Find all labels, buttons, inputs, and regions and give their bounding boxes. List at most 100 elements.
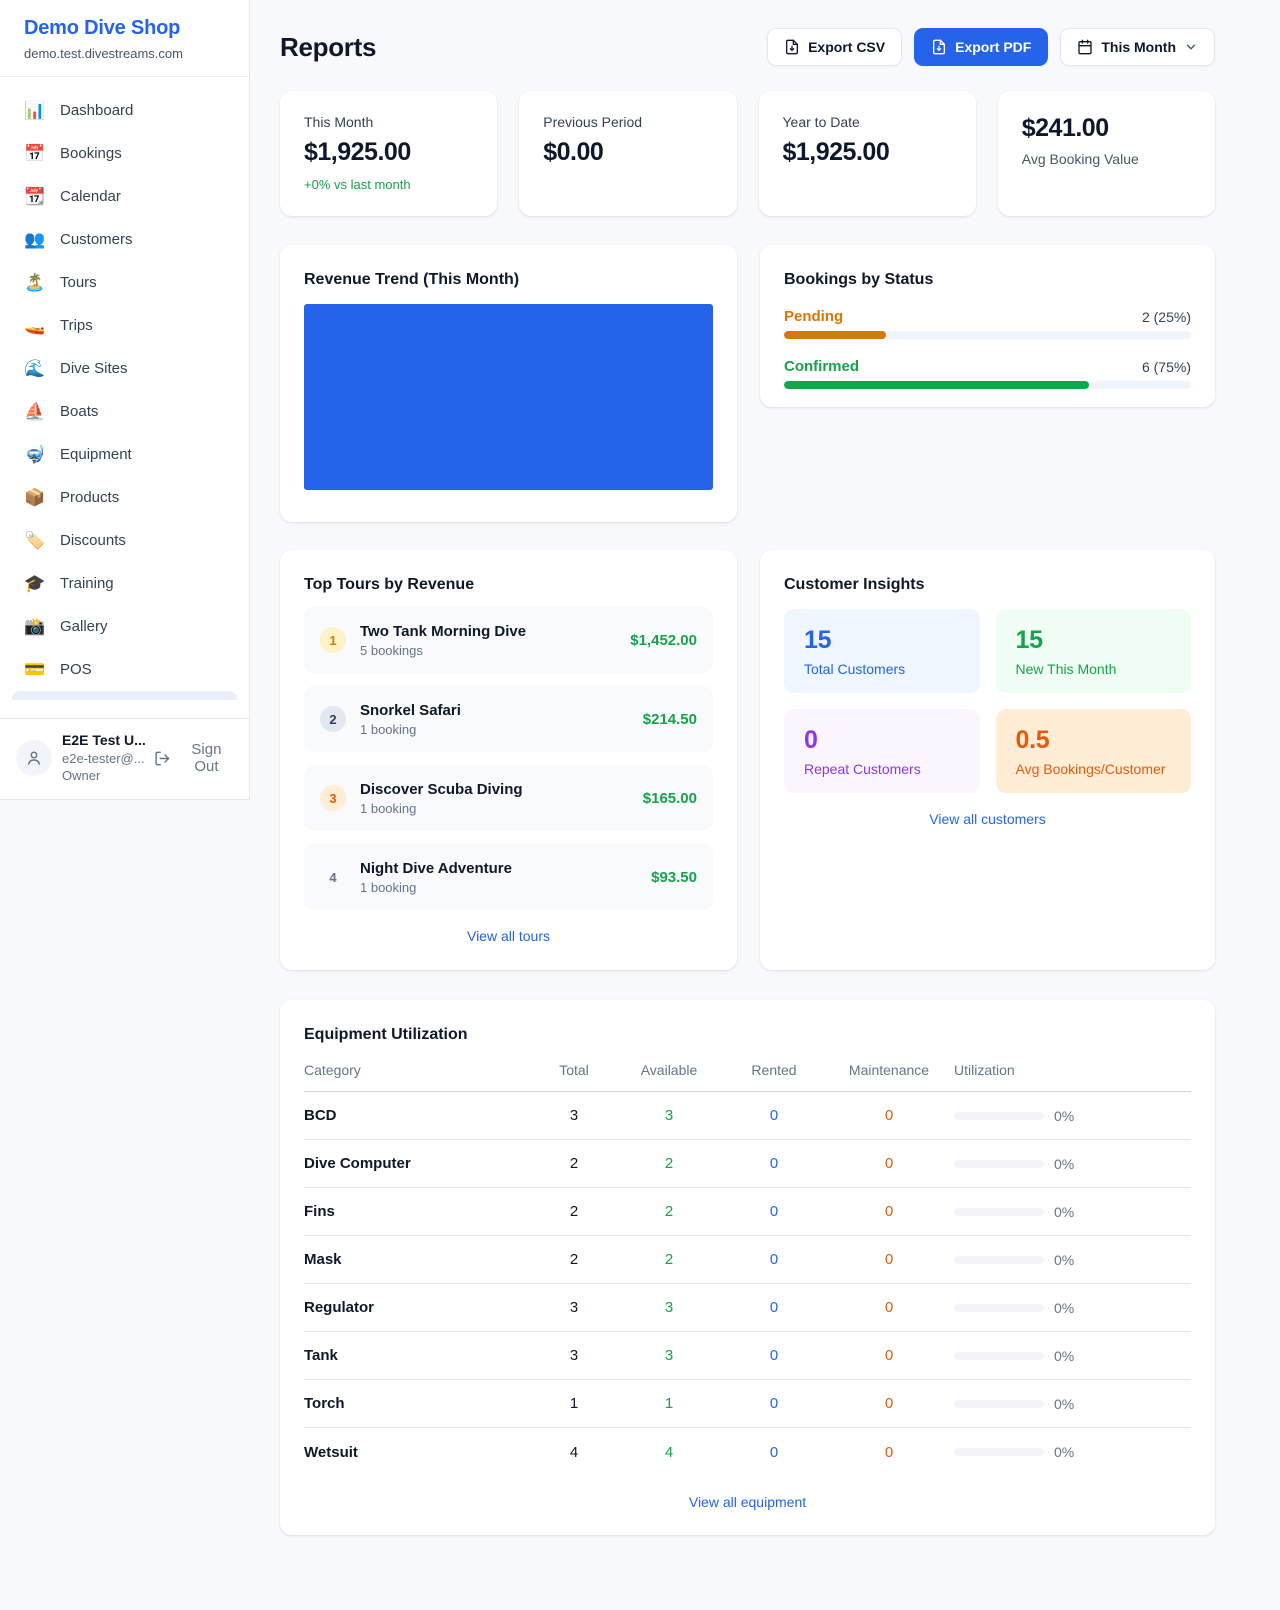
revenue-trend-title: Revenue Trend (This Month)	[304, 271, 713, 289]
calendar-icon: 📆	[24, 188, 46, 205]
stat-cards: This Month $1,925.00 +0% vs last month P…	[280, 91, 1215, 216]
user-role: Owner	[62, 767, 144, 785]
table-row: Mask 2 2 0 0 0%	[304, 1236, 1191, 1284]
insight-label: New This Month	[1016, 661, 1172, 677]
export-pdf-button[interactable]: Export PDF	[914, 28, 1048, 66]
sidebar-item-label: Customers	[60, 231, 133, 248]
equipment-category: Mask	[304, 1251, 534, 1268]
sidebar-item-label: Dive Sites	[60, 360, 128, 377]
user-email: e2e-tester@...	[62, 750, 144, 768]
tour-row: 1 Two Tank Morning Dive 5 bookings $1,45…	[304, 607, 713, 673]
table-row: Wetsuit 4 4 0 0 0%	[304, 1428, 1191, 1476]
table-row: Tank 3 3 0 0 0%	[304, 1332, 1191, 1380]
tour-bookings: 5 bookings	[360, 643, 526, 658]
sign-out-label: Sign Out	[178, 741, 235, 775]
calendar-icon	[1077, 39, 1093, 55]
view-all-equipment-link[interactable]: View all equipment	[304, 1494, 1191, 1510]
equipment-available: 2	[614, 1203, 724, 1220]
status-count: 6 (75%)	[1142, 359, 1191, 375]
equipment-available: 3	[614, 1107, 724, 1124]
equipment-available: 2	[614, 1251, 724, 1268]
equipment-category: Torch	[304, 1395, 534, 1412]
sidebar-item-gallery[interactable]: 📸 Gallery	[12, 605, 237, 648]
sidebar-item-products[interactable]: 📦 Products	[12, 476, 237, 519]
utilization-bar	[954, 1352, 1044, 1360]
rank-badge: 1	[320, 627, 346, 653]
sidebar-item-boats[interactable]: ⛵ Boats	[12, 390, 237, 433]
equipment-category: Fins	[304, 1203, 534, 1220]
status-label: Pending	[784, 308, 843, 325]
chevron-down-icon	[1184, 40, 1198, 54]
sidebar-item-discounts[interactable]: 🏷️ Discounts	[12, 519, 237, 562]
equipment-utilization-card: Equipment Utilization Category Total Ava…	[280, 1000, 1215, 1535]
person-icon	[25, 749, 43, 767]
export-pdf-label: Export PDF	[955, 39, 1031, 55]
sidebar-item-dive-sites[interactable]: 🌊 Dive Sites	[12, 347, 237, 390]
utilization-bar	[954, 1400, 1044, 1408]
tour-name: Two Tank Morning Dive	[360, 623, 526, 640]
stat-value: $241.00	[1022, 114, 1191, 143]
equipment-maintenance: 0	[824, 1203, 954, 1220]
shop-name: Demo Dive Shop	[24, 17, 225, 40]
equipment-rented: 0	[724, 1155, 824, 1172]
sidebar-item-bookings[interactable]: 📅 Bookings	[12, 132, 237, 175]
sidebar-item-label: Products	[60, 489, 119, 506]
utilization-percent: 0%	[1054, 1348, 1074, 1364]
table-row: Dive Computer 2 2 0 0 0%	[304, 1140, 1191, 1188]
table-row: BCD 3 3 0 0 0%	[304, 1092, 1191, 1140]
boats-icon: ⛵	[24, 403, 46, 420]
insight-tile-avg-bookings: 0.5 Avg Bookings/Customer	[996, 709, 1192, 793]
customers-icon: 👥	[24, 231, 46, 248]
equipment-total: 3	[534, 1347, 614, 1364]
rank-badge: 3	[320, 785, 346, 811]
sidebar-item-dashboard[interactable]: 📊 Dashboard	[12, 89, 237, 132]
sidebar-item-reports-partial[interactable]	[12, 691, 237, 700]
sidebar-header: Demo Dive Shop demo.test.divestreams.com	[0, 0, 249, 77]
equipment-total: 3	[534, 1299, 614, 1316]
training-icon: 🎓	[24, 575, 46, 592]
sidebar-item-training[interactable]: 🎓 Training	[12, 562, 237, 605]
rank-badge: 4	[320, 864, 346, 890]
equipment-maintenance: 0	[824, 1107, 954, 1124]
sidebar-item-customers[interactable]: 👥 Customers	[12, 218, 237, 261]
stat-value: $1,925.00	[783, 138, 952, 167]
stat-value: $1,925.00	[304, 138, 473, 167]
utilization-bar	[954, 1304, 1044, 1312]
top-tours-card: Top Tours by Revenue 1 Two Tank Morning …	[280, 550, 737, 970]
sidebar-item-tours[interactable]: 🏝️ Tours	[12, 261, 237, 304]
user-meta: E2E Test U... e2e-tester@... Owner	[62, 731, 144, 785]
view-all-customers-link[interactable]: View all customers	[784, 811, 1191, 827]
stat-card-year-to-date: Year to Date $1,925.00	[759, 91, 976, 216]
sidebar-item-trips[interactable]: 🚤 Trips	[12, 304, 237, 347]
insight-tile-new-this-month: 15 New This Month	[996, 609, 1192, 693]
equipment-available: 3	[614, 1347, 724, 1364]
sign-out-button[interactable]: Sign Out	[154, 741, 235, 775]
utilization-percent: 0%	[1054, 1108, 1074, 1124]
sidebar-item-calendar[interactable]: 📆 Calendar	[12, 175, 237, 218]
utilization-bar	[954, 1160, 1044, 1168]
insight-label: Repeat Customers	[804, 761, 960, 777]
sidebar-item-pos[interactable]: 💳 POS	[12, 648, 237, 691]
period-select[interactable]: This Month	[1060, 28, 1215, 66]
stat-card-previous-period: Previous Period $0.00	[519, 91, 736, 216]
page-header: Reports Export CSV Export PDF This Month	[280, 28, 1215, 66]
insight-value: 15	[804, 626, 960, 655]
sidebar-item-label: Tours	[60, 274, 97, 291]
table-row: Torch 1 1 0 0 0%	[304, 1380, 1191, 1428]
sidebar-item-equipment[interactable]: 🤿 Equipment	[12, 433, 237, 476]
status-row-pending: Pending 2 (25%)	[784, 308, 1191, 339]
discounts-icon: 🏷️	[24, 532, 46, 549]
status-bar-track	[784, 331, 1191, 339]
tour-name: Snorkel Safari	[360, 702, 461, 719]
bookings-by-status-title: Bookings by Status	[784, 271, 1191, 289]
sidebar-item-label: Bookings	[60, 145, 122, 162]
customer-insights-card: Customer Insights 15 Total Customers 15 …	[760, 550, 1215, 970]
view-all-tours-link[interactable]: View all tours	[304, 928, 713, 944]
bookings-icon: 📅	[24, 145, 46, 162]
equipment-total: 4	[534, 1444, 614, 1461]
status-label: Confirmed	[784, 358, 859, 375]
export-csv-button[interactable]: Export CSV	[767, 28, 902, 66]
column-header-total: Total	[534, 1062, 614, 1078]
equipment-icon: 🤿	[24, 446, 46, 463]
sidebar-item-label: Training	[60, 575, 114, 592]
